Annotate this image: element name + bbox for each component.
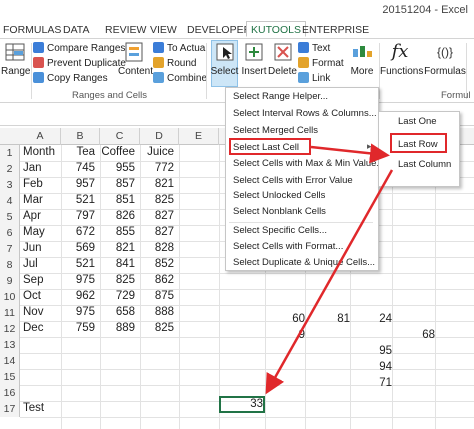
arrow-to-selected-cell (265, 169, 394, 395)
arrow-to-last-row (310, 143, 390, 164)
annotation-arrows (265, 143, 394, 395)
